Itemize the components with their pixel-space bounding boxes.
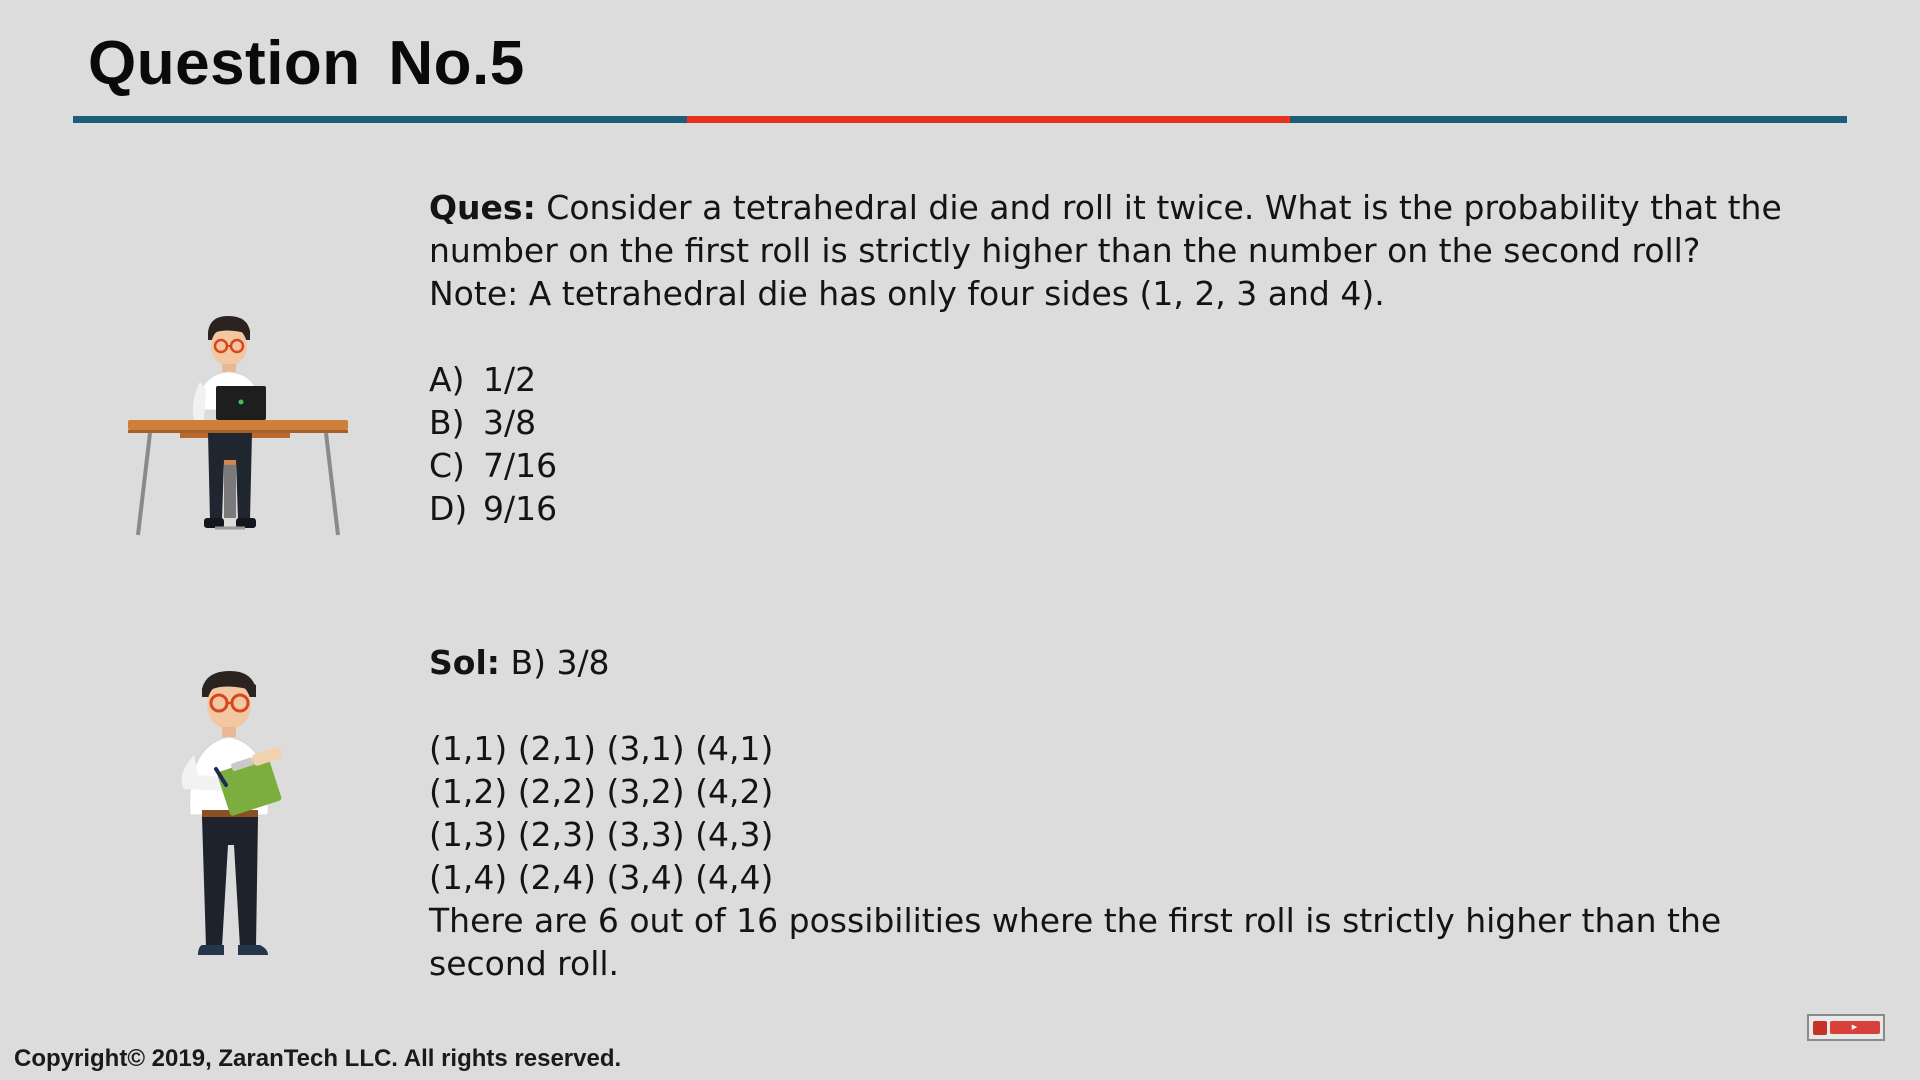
- outcome-row: (1,1) (2,1) (3,1) (4,1): [429, 729, 774, 768]
- person-at-desk-illustration: [128, 316, 348, 536]
- title-underline-accent: [687, 116, 1290, 123]
- subscribe-button[interactable]: ▶: [1807, 1014, 1885, 1041]
- solution-explanation: There are 6 out of 16 possibilities wher…: [429, 901, 1722, 983]
- solution-answer-value: B) 3/8: [499, 643, 610, 682]
- solution-block: Sol: B) 3/8 (1,1) (2,1) (3,1) (4,1) (1,2…: [429, 641, 1819, 985]
- question-text: Ques: Consider a tetrahedral die and rol…: [429, 186, 1819, 272]
- option-value: 9/16: [483, 489, 558, 528]
- option-d: D) 9/16: [429, 487, 557, 530]
- option-b: B) 3/8: [429, 401, 557, 444]
- slide-title: Question No.5: [88, 29, 525, 98]
- option-letter: A): [429, 360, 465, 399]
- outcome-row: (1,2) (2,2) (3,2) (4,2): [429, 772, 774, 811]
- option-letter: D): [429, 489, 468, 528]
- option-value: 1/2: [483, 360, 537, 399]
- option-a: A) 1/2: [429, 358, 557, 401]
- question-note: Note: A tetrahedral die has only four si…: [429, 274, 1385, 313]
- copyright-footer: Copyright© 2019, ZaranTech LLC. All righ…: [14, 1045, 622, 1072]
- outcome-row: (1,4) (2,4) (3,4) (4,4): [429, 858, 774, 897]
- option-value: 3/8: [483, 403, 537, 442]
- option-letter: C): [429, 446, 465, 485]
- answer-options: A) 1/2 B) 3/8 C) 7/16 D) 9/16: [429, 358, 557, 530]
- question-body: Consider a tetrahedral die and roll it t…: [429, 188, 1782, 270]
- solution-answer: Sol: B) 3/8: [429, 641, 1819, 684]
- outcome-row: (1,3) (2,3) (3,3) (4,3): [429, 815, 774, 854]
- question-block: Ques: Consider a tetrahedral die and rol…: [429, 186, 1819, 315]
- channel-logo-icon: [1812, 1020, 1827, 1035]
- solution-label: Sol:: [429, 643, 500, 682]
- option-value: 7/16: [483, 446, 558, 485]
- option-letter: B): [429, 403, 465, 442]
- option-c: C) 7/16: [429, 444, 557, 487]
- question-label: Ques:: [429, 188, 536, 227]
- person-with-clipboard-illustration: [181, 671, 283, 955]
- youtube-subscribe-icon: ▶: [1829, 1021, 1880, 1034]
